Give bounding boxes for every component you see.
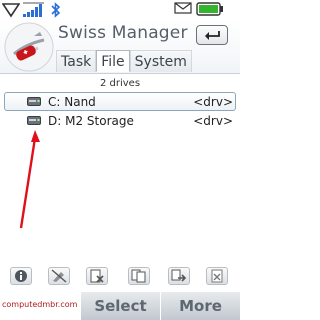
close-doc-icon <box>211 269 223 283</box>
info-icon <box>15 270 27 282</box>
info-button[interactable] <box>10 267 32 285</box>
copy-icon <box>131 269 146 283</box>
copy-button[interactable] <box>128 267 150 285</box>
delete-doc-icon <box>90 269 104 283</box>
move-button[interactable] <box>168 267 190 285</box>
edit-button[interactable] <box>48 267 70 285</box>
more-softkey[interactable]: More <box>160 292 240 320</box>
select-softkey[interactable]: Select <box>80 292 160 320</box>
action-toolbar <box>0 264 240 288</box>
disabled-edit-icon <box>51 269 67 283</box>
watermark-text: computedmbr.com <box>2 300 78 309</box>
close-button[interactable] <box>206 267 228 285</box>
delete-button[interactable] <box>86 267 108 285</box>
move-icon <box>171 269 187 282</box>
